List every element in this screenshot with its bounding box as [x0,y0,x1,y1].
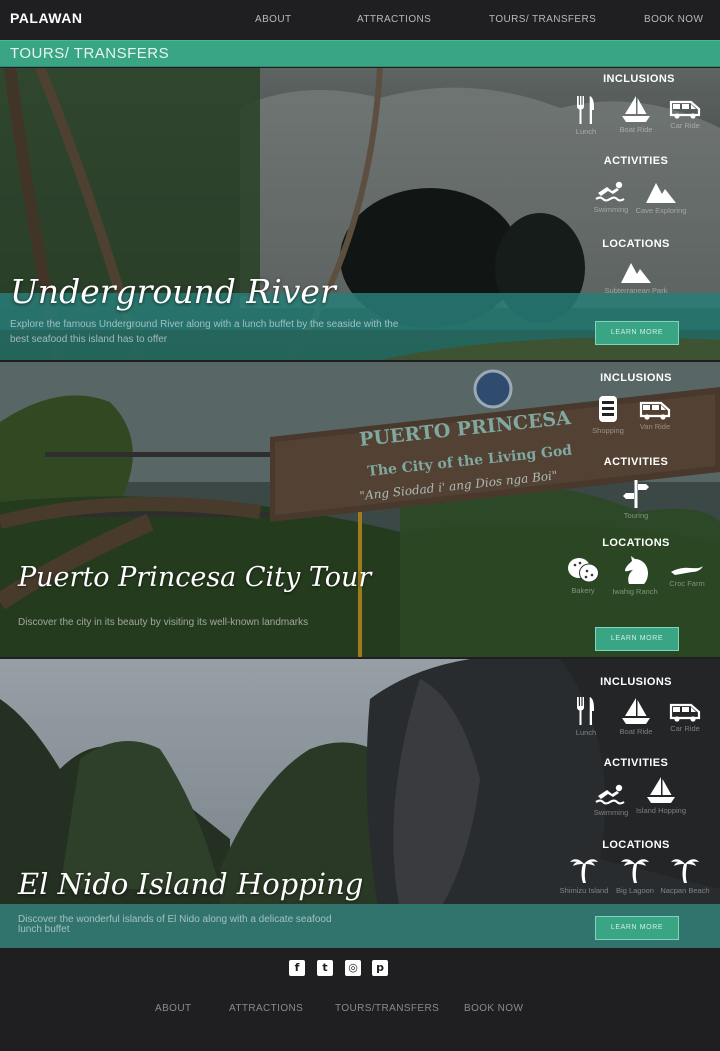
activity-swimming: Swimming [583,181,639,214]
mountain-icon [645,180,677,204]
top-navbar: PALAWAN ABOUT ATTRACTIONS TOURS/ TRANSFE… [0,0,720,40]
nav-link-book-now[interactable]: BOOK NOW [644,14,703,25]
tour-title: El Nido Island Hopping [18,867,364,901]
tour-description: Explore the famous Underground River alo… [10,319,399,345]
instagram-icon[interactable]: ◎ [345,960,361,976]
inclusions-heading: INCLUSIONS [603,73,675,85]
utensils-icon [574,95,598,125]
palm-tree-icon [620,854,650,884]
learn-more-button[interactable]: LEARN MORE [595,627,679,651]
inclusion-boat-ride: Boat Ride [608,95,664,134]
sailboat-icon [621,697,651,725]
sailboat-icon [646,776,676,804]
tour-card-puerto-princesa: PUERTO PRINCESA The City of the Living G… [0,362,720,657]
twitter-icon[interactable]: t [317,960,333,976]
van-icon [669,99,701,119]
location-subterranean-park: Subterranean Park [596,260,676,295]
nav-link-tours-transfers[interactable]: TOURS/ TRANSFERS [489,14,596,25]
activity-touring: Touring [608,479,664,520]
inclusion-lunch: Lunch [558,95,614,136]
location-croc-farm: Croc Farm [659,563,715,588]
activity-swimming: Swimming [583,784,639,817]
inclusion-lunch: Lunch [558,696,614,737]
activity-cave-exploring: Cave Exploring [633,180,689,215]
locations-heading: LOCATIONS [602,839,670,851]
footer-link-about[interactable]: ABOUT [155,1003,191,1014]
location-bakery: Bakery [555,556,611,595]
tour-title: Underground River [10,272,336,311]
learn-more-button[interactable]: LEARN MORE [595,321,679,345]
location-nacpan-beach: Nacpan Beach [657,854,713,895]
inclusions-heading: INCLUSIONS [600,676,672,688]
van-icon [639,400,671,420]
footer-link-attractions[interactable]: ATTRACTIONS [229,1003,303,1014]
tour-description: Discover the wonderful islands of El Nid… [18,914,332,935]
location-big-lagoon: Big Lagoon [607,854,663,895]
learn-more-button[interactable]: LEARN MORE [595,916,679,940]
activities-heading: ACTIVITIES [603,757,669,769]
pinterest-icon[interactable]: p [372,960,388,976]
van-icon [669,702,701,722]
food-icon [596,394,620,424]
horse-icon [621,555,649,585]
activities-heading: ACTIVITIES [603,456,669,468]
brand-logo[interactable]: PALAWAN [10,10,82,26]
page-title: TOURS/ TRANSFERS [10,45,170,62]
tour-description: Discover the city in its beauty by visit… [18,617,309,628]
location-iwahig-ranch: Iwahig Ranch [607,555,663,596]
mountain-icon [620,260,652,284]
utensils-icon [574,696,598,726]
swimming-icon [595,784,627,806]
cookie-icon [567,556,599,584]
activity-island-hopping: Island Hopping [633,776,689,815]
inclusions-heading: INCLUSIONS [600,372,672,384]
footer: f t ◎ p ABOUT ATTRACTIONS TOURS/TRANSFER… [0,948,720,1051]
locations-heading: LOCATIONS [602,238,670,250]
nav-link-attractions[interactable]: ATTRACTIONS [357,14,431,25]
locations-heading: LOCATIONS [602,537,670,549]
inclusion-van-ride: Van Ride [627,400,683,431]
footer-link-tours-transfers[interactable]: TOURS/TRANSFERS [335,1003,439,1014]
location-shimizu-island: Shimizu Island [556,854,612,895]
palm-tree-icon [670,854,700,884]
palm-tree-icon [569,854,599,884]
inclusion-boat-ride: Boat Ride [608,697,664,736]
swimming-icon [595,181,627,203]
signpost-icon [623,479,649,509]
tour-card-underground-river: Underground River Explore the famous Und… [0,68,720,360]
tour-card-el-nido: El Nido Island Hopping Discover the wond… [0,659,720,948]
page-title-bar: TOURS/ TRANSFERS [0,40,720,67]
inclusion-car-ride: Car Ride [657,702,713,733]
tour-title: Puerto Princesa City Tour [18,562,372,593]
nav-link-about[interactable]: ABOUT [255,14,291,25]
crocodile-icon [670,563,704,577]
inclusion-car-ride: Car Ride [657,99,713,130]
facebook-icon[interactable]: f [289,960,305,976]
activities-heading: ACTIVITIES [603,155,669,167]
sailboat-icon [621,95,651,123]
footer-link-book-now[interactable]: BOOK NOW [464,1003,523,1014]
